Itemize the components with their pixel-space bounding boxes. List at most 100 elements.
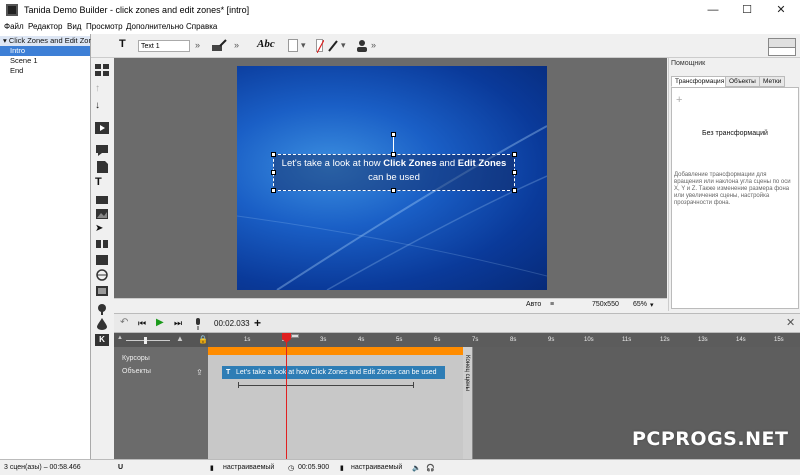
scene-length-marker[interactable] [291,334,299,338]
scene-count: 3 сцен(азы) – 00:58.466 [4,464,81,471]
close-button[interactable]: ✕ [764,0,798,20]
zoom-slider[interactable] [126,340,170,341]
resize-handle-nw[interactable] [271,152,276,157]
resize-handle-n[interactable] [391,152,396,157]
title-bar: Tanida Demo Builder - click zones and ed… [0,0,800,20]
resize-handle-sw[interactable] [271,188,276,193]
comment-icon[interactable] [95,144,109,156]
object-name-input[interactable] [138,40,190,52]
down-arrow-icon[interactable]: ↓ [95,100,109,112]
menu-help[interactable]: Справка [186,22,217,31]
menu-bar: Файл Редактор Вид Просмотр Дополнительно… [0,20,800,34]
up-arrow-icon[interactable]: ↑ [95,83,109,95]
mode-select-2[interactable]: настраиваемый [351,464,402,471]
page-icon[interactable] [95,161,109,173]
zoom-out-icon[interactable]: ▲ [117,335,123,341]
menu-editor[interactable]: Редактор [28,22,62,31]
lock-icon[interactable]: 🔒 [198,335,208,344]
collapse-chevron-icon[interactable]: » [195,40,200,50]
auto-fit-label[interactable]: Авто [526,301,541,308]
tab-markers[interactable]: Метки [759,76,786,87]
k-icon[interactable]: K [95,334,109,346]
menu-file[interactable]: Файл [4,22,24,31]
play-icon[interactable] [95,122,109,134]
add-keyframe-button[interactable]: + [254,316,261,330]
close-timeline-icon[interactable]: ✕ [786,316,795,329]
zoom-dropdown-icon[interactable]: ▾ [650,301,654,309]
drop-icon[interactable] [95,318,109,330]
image-icon[interactable] [95,208,109,220]
style-swatch[interactable] [288,39,298,52]
menu-preview[interactable]: Просмотр [86,22,123,31]
user-icon[interactable] [356,39,368,53]
slide-preview[interactable]: Let's take a look at how Click Zones and… [237,66,547,290]
status-bar: 3 сцен(азы) – 00:58.466 U ▮ настраиваемы… [0,459,800,475]
slide-text[interactable]: Let's take a look at how Click Zones and… [275,157,513,185]
tick-label: 11s [622,337,632,343]
app-window: Tanida Demo Builder - click zones and ed… [0,0,800,475]
skip-start-icon[interactable]: ⏮ [138,318,146,329]
transition-start-marker[interactable] [238,382,239,388]
slide-text-part: can be used [368,172,420,183]
film-small-2-icon[interactable]: ▮ [340,464,344,472]
track-objects[interactable]: Объекты [122,368,151,375]
transition-end-marker[interactable] [413,382,414,388]
tree-item-scene1[interactable]: Scene 1 [0,56,90,66]
tab-objects[interactable]: Объекты [725,76,760,87]
audio-icon[interactable] [95,254,109,266]
collapse-chevron-2-icon[interactable]: » [234,40,239,50]
resize-handle-s[interactable] [391,188,396,193]
align-icon[interactable]: ≡ [550,301,554,308]
tick-label: 15s [774,337,784,343]
add-transform-button[interactable]: + [676,94,682,106]
resize-handle-se[interactable] [512,188,517,193]
pen-icon[interactable] [327,39,339,53]
tree-root-label: Click Zones and Edit Zones [8,36,101,45]
zoom-level[interactable]: 65% [633,301,647,308]
brush-icon[interactable] [211,39,227,53]
timeline-clip[interactable]: T Let's take a look at how Click Zones a… [222,366,445,379]
cursor-icon[interactable]: ➤ [95,223,109,235]
scene-end-bar[interactable]: Конец сцены [463,347,473,459]
tree-root[interactable]: ▾ Click Zones and Edit Zones [0,36,101,46]
mode-select-1[interactable]: настраиваемый [223,464,274,471]
collapse-chevron-3-icon[interactable]: » [371,40,376,50]
skip-end-icon[interactable]: ⏭ [174,318,182,329]
resize-handle-w[interactable] [271,170,276,175]
track-upload-icon[interactable]: ⇪ [196,368,203,377]
text-icon[interactable]: T [95,176,109,188]
headphones-icon[interactable]: 🎧 [426,464,435,472]
globe-icon[interactable] [95,269,109,281]
line-color-swatch[interactable] [316,39,325,54]
minimize-button[interactable]: — [696,0,730,20]
tree-item-intro[interactable]: Intro [0,46,90,56]
menu-advanced[interactable]: Дополнительно [126,22,184,31]
resize-handle-ne[interactable] [512,152,517,157]
text-tool-icon[interactable]: T [119,38,126,50]
playhead[interactable] [282,333,291,459]
background-preview[interactable] [768,38,796,56]
timeline-ruler[interactable]: 1s 2s 3s 4s 5s 6s 7s 8s 9s 10s 11s 12s 1… [208,333,800,347]
back-icon[interactable]: ↶ [120,317,128,328]
dropdown-arrow-icon[interactable]: ▾ [301,40,306,51]
maximize-button[interactable]: ☐ [730,0,764,20]
zoom-in-icon[interactable]: ▲ [176,334,184,343]
track-cursors[interactable]: Курсоры [122,355,150,362]
pin-icon[interactable] [95,303,109,315]
tab-transform[interactable]: Трансформация [671,76,729,87]
text-style-button[interactable]: Abc [257,38,275,50]
microphone-icon[interactable] [194,318,202,330]
dropdown-arrow-2-icon[interactable]: ▾ [341,40,346,51]
resize-handle-e[interactable] [512,170,517,175]
rect-icon[interactable] [95,194,109,206]
zoom-slider-thumb[interactable] [144,337,147,344]
flip-icon[interactable] [95,238,109,250]
tree-item-end[interactable]: End [0,66,90,76]
film-icon[interactable] [95,285,109,297]
speaker-icon[interactable]: 🔈 [412,464,421,472]
play-button-icon[interactable]: ▶ [156,317,164,328]
menu-view[interactable]: Вид [67,22,81,31]
film-small-icon[interactable]: ▮ [210,464,214,472]
clip-transition-line[interactable] [238,385,414,386]
layout-icon[interactable] [95,64,109,76]
